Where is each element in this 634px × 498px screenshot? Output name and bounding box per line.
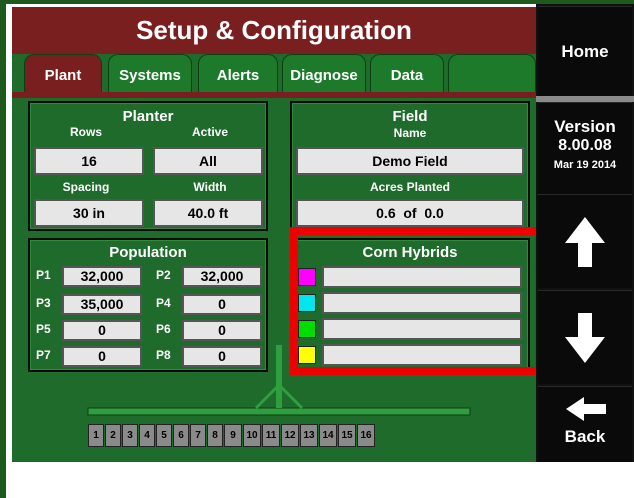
rows-field[interactable]: 16 xyxy=(34,147,144,175)
row-indicator[interactable]: 11 xyxy=(262,424,280,447)
field-name-label: Name xyxy=(393,126,427,140)
tab-alerts[interactable]: Alerts xyxy=(198,54,278,92)
tab-plant[interactable]: Plant xyxy=(24,54,102,92)
population-title: Population xyxy=(109,244,187,261)
acres-label: Acres Planted xyxy=(369,180,451,194)
highlight-rectangle xyxy=(290,227,543,375)
arrow-down-icon xyxy=(565,313,605,363)
field-title: Field xyxy=(392,108,428,125)
hitch-brace-right xyxy=(277,383,304,410)
tab-underline xyxy=(12,92,536,98)
tab-diagnose[interactable]: Diagnose xyxy=(282,54,366,92)
planter-title: Planter xyxy=(122,108,174,125)
row-indicator[interactable]: 2 xyxy=(105,424,121,447)
population-label-p1: P1 xyxy=(36,268,51,282)
row-indicator[interactable]: 15 xyxy=(338,424,356,447)
version-label: Version xyxy=(554,117,616,136)
row-indicator[interactable]: 3 xyxy=(122,424,138,447)
version-number: 8.00.08 xyxy=(558,137,612,154)
active-label: Active xyxy=(191,125,229,139)
width-field[interactable]: 40.0 ft xyxy=(153,199,263,227)
tab-data[interactable]: Data xyxy=(370,54,444,92)
row-indicator[interactable]: 10 xyxy=(243,424,261,447)
population-label-p7: P7 xyxy=(36,348,51,362)
sidebar: Home Version 8.00.08 Mar 19 2014 Back xyxy=(536,4,634,462)
back-label: Back xyxy=(564,427,606,446)
row-indicator[interactable]: 1 xyxy=(88,424,104,447)
arrow-left-icon xyxy=(566,397,606,421)
row-indicator[interactable]: 4 xyxy=(139,424,155,447)
outer-border xyxy=(0,0,6,498)
acres-field[interactable]: 0.6 of 0.0 xyxy=(296,199,524,227)
population-field-p4[interactable]: 0 xyxy=(182,294,262,315)
population-field-p1[interactable]: 32,000 xyxy=(62,266,142,287)
version-panel: Version 8.00.08 Mar 19 2014 xyxy=(538,102,632,194)
population-label-p4: P4 xyxy=(156,296,171,310)
population-field-p6[interactable]: 0 xyxy=(182,320,262,341)
spacing-field[interactable]: 30 in xyxy=(34,199,144,227)
arrow-up-icon xyxy=(565,217,605,267)
row-indicator[interactable]: 16 xyxy=(357,424,375,447)
page-title: Setup & Configuration xyxy=(12,7,536,54)
active-field[interactable]: All xyxy=(153,147,263,175)
hitch-brace-left xyxy=(254,383,281,410)
scroll-down-button[interactable] xyxy=(538,290,632,384)
population-label-p3: P3 xyxy=(36,296,51,310)
width-label: Width xyxy=(193,180,227,194)
version-date: Mar 19 2014 xyxy=(553,159,617,171)
population-label-p2: P2 xyxy=(156,268,171,282)
row-indicator[interactable]: 6 xyxy=(173,424,189,447)
row-indicator[interactable]: 12 xyxy=(281,424,299,447)
population-label-p5: P5 xyxy=(36,322,51,336)
row-indicator[interactable]: 14 xyxy=(319,424,337,447)
row-indicator[interactable]: 13 xyxy=(300,424,318,447)
population-field-p5[interactable]: 0 xyxy=(62,320,142,341)
tab-empty[interactable] xyxy=(448,54,536,92)
rows-label: Rows xyxy=(69,125,102,139)
tab-systems[interactable]: Systems xyxy=(108,54,192,92)
field-name-field[interactable]: Demo Field xyxy=(296,147,524,175)
row-indicator[interactable]: 8 xyxy=(207,424,223,447)
toolbar-bar xyxy=(87,407,471,416)
scroll-up-button[interactable] xyxy=(538,194,632,288)
tab-bar: Plant Systems Alerts Diagnose Data xyxy=(24,54,536,92)
row-indicator[interactable]: 5 xyxy=(156,424,172,447)
spacing-label: Spacing xyxy=(62,180,110,194)
population-field-p2[interactable]: 32,000 xyxy=(182,266,262,287)
row-indicator[interactable]: 7 xyxy=(190,424,206,447)
row-indicator[interactable]: 9 xyxy=(224,424,242,447)
population-field-p3[interactable]: 35,000 xyxy=(62,294,142,315)
home-button[interactable]: Home xyxy=(538,6,632,96)
back-button[interactable]: Back xyxy=(538,386,632,462)
population-label-p6: P6 xyxy=(156,322,171,336)
